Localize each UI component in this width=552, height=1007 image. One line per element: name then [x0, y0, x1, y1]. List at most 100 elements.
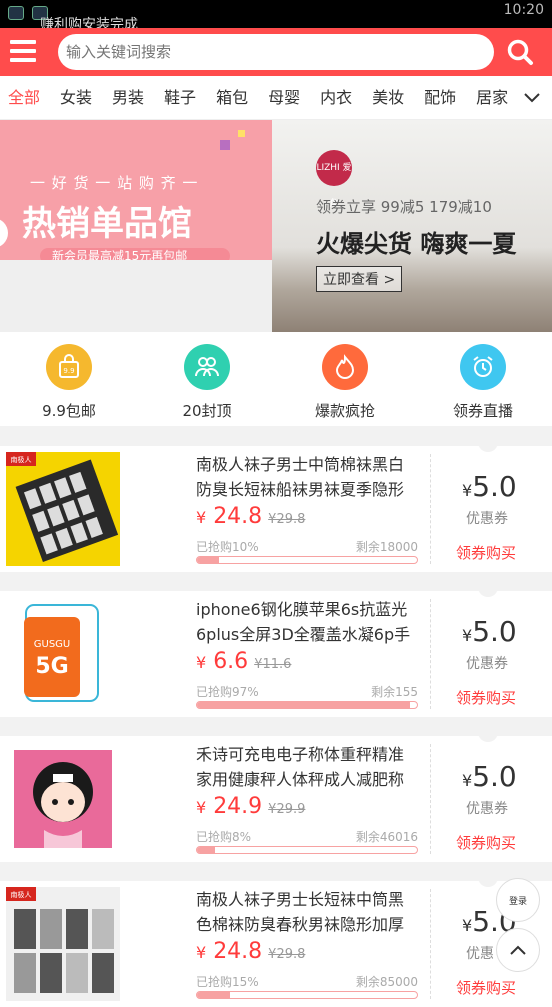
svg-text:南极人: 南极人	[11, 890, 32, 899]
quick-link-label: 9.9包邮	[42, 402, 96, 420]
banner-slide-summer[interactable]: LIZHI 爱角 领券立享 99减5 179减10 火爆尖货 嗨爽一夏 立即查看…	[272, 120, 552, 332]
svg-text:GUSGU: GUSGU	[34, 639, 70, 650]
coupon-notch	[478, 585, 498, 597]
price-value: 6.6	[213, 649, 249, 674]
category-tab[interactable]: 母婴	[268, 76, 300, 119]
product-card[interactable]: 禾诗可充电电子称体重秤精准家用健康秤人体秤成人减肥称重计 ¥ 24.9 ¥29.9 已…	[0, 730, 552, 862]
product-title[interactable]: 南极人袜子男士长短袜中筒黑色棉袜防臭春秋男袜隐形加厚短袜	[196, 887, 418, 939]
product-title[interactable]: 禾诗可充电电子称体重秤精准家用健康秤人体秤成人减肥称重计	[196, 742, 418, 794]
category-tab[interactable]: 居家	[476, 76, 508, 119]
quick-link-1[interactable]: 20封顶	[138, 332, 276, 426]
app-icon	[8, 6, 24, 20]
svg-text:5G: 5G	[35, 654, 68, 679]
original-price: ¥29.9	[268, 802, 306, 817]
back-to-top-button[interactable]	[496, 928, 540, 972]
coupon-value: ¥5.0	[462, 760, 517, 793]
product-title[interactable]: iphone6钢化膜苹果6s抗蓝光6plus全屏3D全覆盖水凝6p手机膜	[196, 597, 418, 649]
coupon-amount: 5.0	[472, 470, 517, 503]
product-image[interactable]: 南极人	[6, 887, 120, 1001]
coupon-value: ¥5.0	[462, 615, 517, 648]
quick-link-label: 20封顶	[182, 402, 232, 420]
alarm-clock-icon	[460, 344, 506, 390]
get-coupon-buy-button[interactable]: 领券购买	[456, 977, 516, 998]
banner-carousel[interactable]: 一 好 货 一 站 购 齐 一 热销单品馆 新会员最高减15元再包邮 LIZHI…	[0, 120, 552, 332]
sold-percent: 已抢购8%	[196, 830, 252, 844]
sold-progress-fill	[197, 992, 230, 998]
category-tab[interactable]: 美妆	[372, 76, 404, 119]
product-price: ¥ 24.9 ¥29.9	[196, 794, 305, 819]
status-time: 10:20	[503, 2, 544, 18]
product-image[interactable]: 南极人	[6, 452, 120, 566]
search-icon[interactable]	[506, 38, 534, 66]
banner-gray-area	[0, 260, 272, 332]
price-value: 24.9	[213, 794, 263, 819]
product-card[interactable]: 南极人 南极人袜子男士中筒棉袜黑白防臭长短袜船袜男袜夏季隐形袜 ¥ 24.8 ¥29.…	[0, 440, 552, 572]
product-price: ¥ 24.8 ¥29.8	[196, 504, 305, 529]
menu-icon[interactable]	[10, 40, 36, 62]
coupon-amount: 5.0	[472, 760, 517, 793]
product-card[interactable]: 南极人 南极人袜子男士长短袜中筒黑色棉袜防臭春秋男袜隐形加厚短袜 ¥ 24.8 ¥29…	[0, 875, 552, 1007]
sold-percent: 已抢购97%	[196, 685, 259, 699]
remaining-stock: 剩余18000	[355, 540, 418, 554]
quick-link-0[interactable]: 9.9 9.9包邮	[0, 332, 138, 426]
coupon-label: 优惠	[466, 946, 494, 962]
original-price: ¥29.8	[268, 947, 306, 962]
price-currency: ¥	[196, 943, 207, 962]
coupon-notch	[478, 440, 498, 452]
flame-icon	[322, 344, 368, 390]
sold-progress-bar	[196, 846, 418, 854]
coupon-currency: ¥	[462, 916, 473, 935]
header	[0, 28, 552, 76]
banner-headline: 火爆尖货 嗨爽一夏	[316, 230, 517, 258]
view-now-button[interactable]: 立即查看 >	[316, 266, 403, 292]
coupon-currency: ¥	[462, 771, 473, 790]
product-title[interactable]: 南极人袜子男士中筒棉袜黑白防臭长短袜船袜男袜夏季隐形袜	[196, 452, 418, 504]
price-value: 24.8	[213, 504, 263, 529]
quick-link-3[interactable]: 领券直播	[414, 332, 552, 426]
login-button[interactable]: 登录	[496, 878, 540, 922]
remaining-stock: 剩余155	[371, 685, 418, 699]
sold-progress-fill	[197, 847, 215, 853]
coupon-label: 优惠券	[466, 801, 508, 817]
product-card[interactable]: GUSGU 5G iphone6钢化膜苹果6s抗蓝光6plus全屏3D全覆盖水凝6p…	[0, 585, 552, 717]
sold-progress-bar	[196, 701, 418, 709]
decoration-circle	[0, 218, 8, 248]
get-coupon-buy-button[interactable]: 领券购买	[456, 542, 516, 563]
category-tab[interactable]: 配饰	[424, 76, 456, 119]
quick-link-label: 爆款疯抢	[314, 402, 375, 420]
product-image[interactable]	[6, 742, 120, 856]
coupon-value: ¥5.0	[462, 470, 517, 503]
original-price: ¥11.6	[254, 657, 292, 672]
people-icon	[184, 344, 230, 390]
sold-percent: 已抢购10%	[196, 540, 259, 554]
category-tab[interactable]: 男装	[112, 76, 144, 119]
category-tab[interactable]: 鞋子	[164, 76, 196, 119]
coupon-divider	[430, 889, 431, 999]
price-currency: ¥	[196, 653, 207, 672]
category-tab[interactable]: 箱包	[216, 76, 248, 119]
banner-title: 热销单品馆	[22, 204, 192, 244]
banner-subtitle: 一 好 货 一 站 购 齐 一	[30, 174, 199, 192]
search-input[interactable]	[58, 34, 494, 70]
banner-slide-hot[interactable]: 一 好 货 一 站 购 齐 一 热销单品馆 新会员最高减15元再包邮	[0, 120, 272, 264]
status-bar: 赚利购安装完成 10:20	[0, 0, 552, 33]
chevron-down-icon[interactable]	[512, 76, 552, 119]
quick-links: 9.9 9.9包邮 20封顶 爆款疯抢 领券直播	[0, 332, 552, 426]
svg-text:南极人: 南极人	[11, 455, 32, 464]
category-tab[interactable]: 女装	[60, 76, 92, 119]
category-tab[interactable]: 全部	[8, 76, 40, 119]
quick-link-2[interactable]: 爆款疯抢	[276, 332, 414, 426]
sold-progress-bar	[196, 556, 418, 564]
original-price: ¥29.8	[268, 512, 306, 527]
get-coupon-buy-button[interactable]: 领券购买	[456, 832, 516, 853]
coupon-label: 优惠券	[466, 511, 508, 527]
product-image[interactable]: GUSGU 5G	[6, 597, 120, 711]
quick-link-label: 领券直播	[452, 402, 513, 420]
product-price: ¥ 24.8 ¥29.8	[196, 939, 305, 964]
category-tab[interactable]: 内衣	[320, 76, 352, 119]
banner-promo-line: 领券立享 99减5 179减10	[316, 198, 492, 216]
category-tabs: 全部 女装 男装 鞋子 箱包 母婴 内衣 美妆 配饰 居家	[0, 76, 552, 120]
get-coupon-buy-button[interactable]: 领券购买	[456, 687, 516, 708]
svg-text:9.9: 9.9	[63, 367, 74, 375]
sold-progress-bar	[196, 991, 418, 999]
